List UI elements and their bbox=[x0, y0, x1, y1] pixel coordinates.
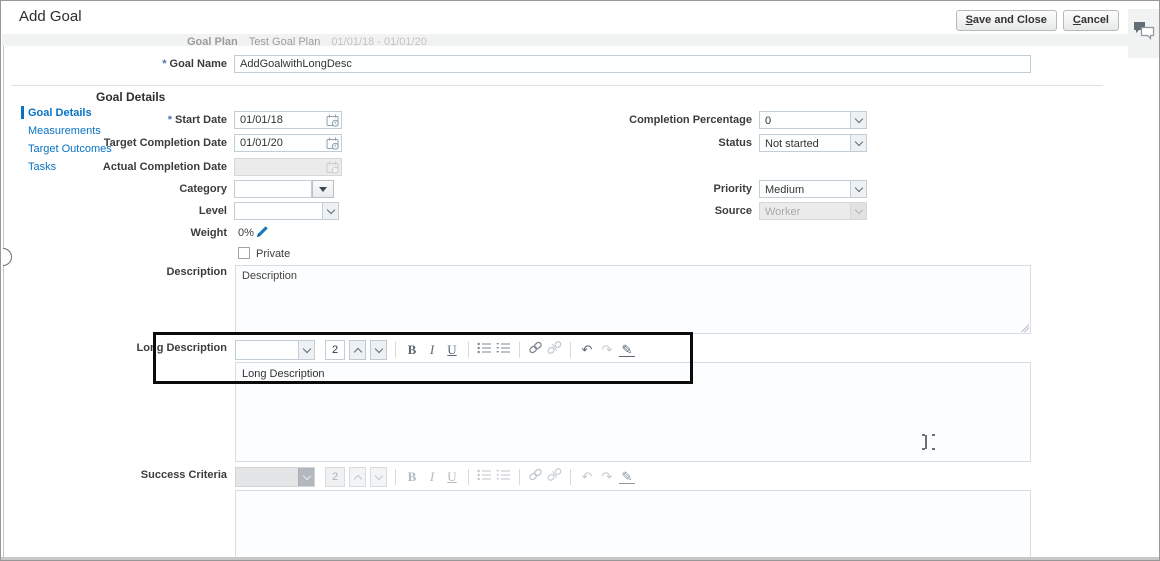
font-size-value-disabled: 2 bbox=[325, 467, 345, 487]
chevron-down-icon[interactable] bbox=[850, 181, 866, 197]
description-textarea[interactable]: Description bbox=[235, 265, 1031, 334]
target-completion-date-label: Target Completion Date bbox=[103, 137, 227, 149]
chevron-down-icon bbox=[298, 468, 314, 486]
edit-weight-pencil-icon[interactable] bbox=[256, 225, 269, 243]
splitter-line bbox=[3, 46, 4, 557]
calendar-icon[interactable] bbox=[326, 114, 339, 130]
calendar-icon[interactable] bbox=[326, 137, 339, 153]
sidebar-item-target-outcomes[interactable]: Target Outcomes bbox=[28, 143, 112, 155]
font-size-down-button[interactable] bbox=[370, 340, 387, 360]
bold-button-disabled: B bbox=[407, 469, 417, 484]
priority-label: Priority bbox=[713, 183, 752, 195]
success-criteria-toolbar: 2 B I U ↶ ↷ ✎ bbox=[235, 465, 635, 489]
save-and-close-button[interactable]: Save and Close bbox=[955, 10, 1057, 31]
side-icon-panel bbox=[1128, 9, 1159, 58]
dropdown-triangle-icon bbox=[319, 186, 327, 192]
chevron-down-icon[interactable] bbox=[850, 112, 866, 128]
rich-text-mode-pencil-icon[interactable]: ✎ bbox=[619, 343, 635, 357]
page-title: Add Goal bbox=[19, 8, 82, 25]
weight-label: Weight bbox=[190, 227, 227, 239]
redo-button-disabled: ↷ bbox=[601, 469, 613, 484]
chevron-down-icon bbox=[850, 203, 866, 219]
underline-button[interactable]: U bbox=[444, 342, 460, 358]
background-page-strip: Goal Plan Test Goal Plan 01/01/18 - 01/0… bbox=[2, 34, 1158, 46]
header-button-bar: Save and Close Cancel bbox=[955, 10, 1119, 31]
long-description-toolbar: 2 B I U ↶ ↷ ✎ bbox=[235, 338, 635, 362]
remove-link-button bbox=[547, 341, 562, 359]
underline-button-disabled: U bbox=[447, 469, 457, 484]
active-nav-indicator bbox=[21, 106, 24, 119]
cancel-button[interactable]: Cancel bbox=[1062, 10, 1119, 31]
header-separator bbox=[11, 85, 1103, 86]
start-date-input[interactable]: 01/01/18 bbox=[234, 111, 342, 129]
start-date-label: * Start Date bbox=[167, 114, 227, 126]
font-size-down-button-disabled bbox=[370, 467, 387, 487]
sidebar-item-tasks[interactable]: Tasks bbox=[28, 161, 56, 173]
chevron-down-icon[interactable] bbox=[850, 135, 866, 151]
numbered-list-button-disabled bbox=[496, 468, 511, 486]
category-dropdown-button[interactable] bbox=[312, 180, 334, 198]
italic-button[interactable]: I bbox=[424, 342, 440, 358]
rich-text-mode-pencil-icon: ✎ bbox=[619, 470, 635, 484]
priority-select[interactable]: Medium bbox=[759, 180, 867, 198]
status-label: Status bbox=[718, 137, 752, 149]
long-description-editor-area[interactable]: Long Description bbox=[235, 362, 1031, 462]
level-label: Level bbox=[198, 205, 227, 217]
redo-button: ↷ bbox=[601, 342, 613, 357]
description-label: Description bbox=[166, 266, 227, 278]
remove-link-button-disabled bbox=[547, 468, 562, 486]
window-bottom-edge bbox=[1, 557, 1159, 560]
font-family-select-disabled bbox=[235, 467, 315, 487]
section-title: Goal Details bbox=[96, 90, 166, 104]
private-label: Private bbox=[256, 248, 291, 260]
long-description-label: Long Description bbox=[136, 342, 227, 354]
background-goal-plan-text: Goal Plan Test Goal Plan 01/01/18 - 01/0… bbox=[187, 36, 427, 46]
chevron-down-icon[interactable] bbox=[322, 203, 338, 219]
goal-name-input[interactable] bbox=[234, 55, 1031, 73]
mouse-ibeam-cursor bbox=[921, 434, 935, 450]
chevron-down-icon bbox=[298, 341, 314, 359]
category-input[interactable] bbox=[234, 180, 312, 198]
sidebar-item-goal-details[interactable]: Goal Details bbox=[28, 107, 92, 119]
private-checkbox[interactable] bbox=[238, 247, 250, 259]
sidebar-item-measurements[interactable]: Measurements bbox=[28, 125, 101, 137]
level-select[interactable] bbox=[234, 202, 339, 220]
actual-completion-date-input bbox=[234, 158, 342, 176]
category-label: Category bbox=[179, 183, 227, 195]
insert-link-button-disabled bbox=[528, 468, 543, 486]
completion-percentage-select[interactable]: 0 bbox=[759, 111, 867, 129]
success-criteria-label: Success Criteria bbox=[140, 469, 227, 481]
font-size-value[interactable]: 2 bbox=[325, 340, 345, 360]
calendar-icon-disabled bbox=[326, 161, 339, 177]
undo-button[interactable]: ↶ bbox=[579, 342, 595, 358]
font-size-up-button-disabled bbox=[349, 467, 366, 487]
status-select[interactable]: Not started bbox=[759, 134, 867, 152]
undo-button-disabled: ↶ bbox=[581, 469, 593, 484]
conversation-icon[interactable] bbox=[1132, 20, 1156, 45]
actual-completion-date-label: Actual Completion Date bbox=[102, 161, 227, 173]
source-select: Worker bbox=[759, 202, 867, 220]
source-label: Source bbox=[714, 205, 752, 217]
target-completion-date-input[interactable]: 01/01/20 bbox=[234, 134, 342, 152]
numbered-list-button[interactable] bbox=[496, 341, 511, 359]
resize-grip-icon[interactable] bbox=[1020, 323, 1029, 332]
bullet-list-button-disabled bbox=[477, 468, 492, 486]
font-family-select[interactable] bbox=[235, 340, 315, 360]
long-description-text: Long Description bbox=[242, 368, 325, 380]
bullet-list-button[interactable] bbox=[477, 341, 492, 359]
completion-percentage-label: Completion Percentage bbox=[629, 114, 752, 126]
success-criteria-editor-area bbox=[235, 490, 1031, 560]
weight-value: 0% bbox=[238, 227, 254, 239]
goal-name-label: * Goal Name bbox=[162, 58, 227, 70]
panel-collapse-handle[interactable] bbox=[3, 248, 12, 266]
bold-button[interactable]: B bbox=[404, 342, 420, 358]
insert-link-button[interactable] bbox=[528, 341, 543, 359]
add-goal-dialog: Add Goal Save and Close Cancel Goal Plan… bbox=[0, 0, 1160, 561]
italic-button-disabled: I bbox=[429, 469, 435, 484]
font-size-up-button[interactable] bbox=[349, 340, 366, 360]
